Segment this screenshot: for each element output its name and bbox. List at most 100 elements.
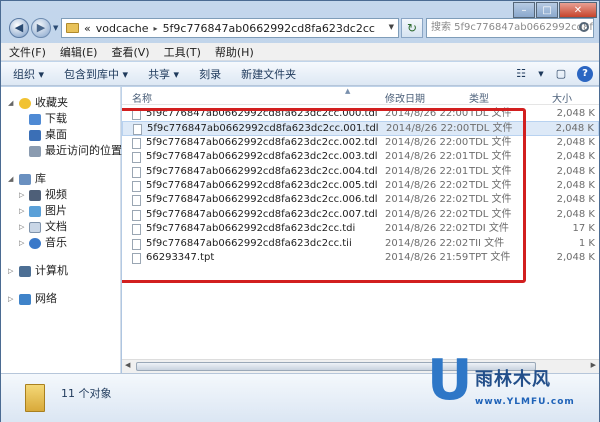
collapse-arrow-icon[interactable]: ▷ bbox=[19, 219, 24, 235]
search-icon[interactable] bbox=[579, 22, 589, 32]
file-icon bbox=[132, 195, 141, 207]
collapse-arrow-icon[interactable]: ▷ bbox=[8, 291, 13, 307]
video-icon bbox=[29, 189, 41, 201]
scroll-left-icon[interactable]: ◀ bbox=[125, 361, 130, 369]
table-row[interactable]: 5f9c776847ab0662992cd8fa623dc2cc.005.tdl… bbox=[122, 179, 599, 193]
table-row[interactable]: 5f9c776847ab0662992cd8fa623dc2cc.tii 2014… bbox=[122, 237, 599, 251]
table-row[interactable]: 5f9c776847ab0662992cd8fa623dc2cc.tdi 2014… bbox=[122, 222, 599, 236]
view-options-icon[interactable]: ☷ bbox=[513, 66, 529, 82]
minimize-button[interactable]: – bbox=[513, 2, 535, 18]
nav-label: 桌面 bbox=[45, 128, 67, 141]
menu-help[interactable]: 帮助(H) bbox=[215, 44, 254, 60]
recent-places-icon bbox=[29, 145, 41, 157]
file-list-pane: ▲ 名称 修改日期 类型 大小 5f9c776847ab0662992cd8fa… bbox=[122, 87, 599, 373]
view-dropdown-icon[interactable]: ▼ bbox=[537, 66, 545, 82]
breadcrumb-prefix[interactable]: « bbox=[84, 22, 91, 35]
folder-icon bbox=[66, 23, 79, 33]
forward-button[interactable]: ▶ bbox=[31, 18, 51, 38]
collapse-arrow-icon[interactable]: ▷ bbox=[19, 203, 24, 219]
nav-computer[interactable]: ▷ 计算机 bbox=[1, 263, 120, 279]
nav-pictures[interactable]: ▷ 图片 bbox=[1, 203, 120, 219]
share-button[interactable]: 共享 ▾ bbox=[148, 66, 179, 82]
watermark-url: www.YLMFU.com bbox=[475, 397, 575, 407]
watermark-text: 雨林木风 bbox=[475, 369, 551, 390]
collapse-arrow-icon[interactable]: ▷ bbox=[19, 235, 24, 251]
breadcrumb-separator-icon[interactable]: ▸ bbox=[154, 24, 158, 33]
column-header-name[interactable]: 名称 bbox=[132, 90, 152, 105]
collapse-arrow-icon[interactable]: ▷ bbox=[8, 263, 13, 279]
table-row[interactable]: 5f9c776847ab0662992cd8fa623dc2cc.007.tdl… bbox=[122, 208, 599, 222]
menu-edit[interactable]: 编辑(E) bbox=[60, 44, 98, 60]
desktop-icon bbox=[29, 129, 41, 141]
window-controls: – □ ✕ bbox=[513, 2, 597, 18]
breadcrumb-vodcache[interactable]: vodcache bbox=[96, 22, 149, 35]
nav-label: 库 bbox=[35, 172, 46, 185]
nav-favorites[interactable]: ◢ 收藏夹 bbox=[1, 95, 120, 111]
library-icon bbox=[19, 173, 31, 185]
address-dropdown-icon[interactable]: ▼ bbox=[389, 23, 394, 31]
collapse-arrow-icon[interactable]: ▷ bbox=[19, 187, 24, 203]
command-bar: 组织 ▾ 包含到库中 ▾ 共享 ▾ 刻录 新建文件夹 ☷ ▼ ▢ ? bbox=[1, 62, 599, 86]
close-button[interactable]: ✕ bbox=[559, 2, 597, 18]
include-in-library-button[interactable]: 包含到库中 ▾ bbox=[64, 66, 128, 82]
table-row[interactable]: 66293347.tpt 2014/8/26 21:59 TPT 文件 2,048 K bbox=[122, 251, 599, 265]
maximize-button[interactable]: □ bbox=[536, 2, 558, 18]
menu-view[interactable]: 查看(V) bbox=[111, 44, 149, 60]
nav-documents[interactable]: ▷ 文档 bbox=[1, 219, 120, 235]
explorer-window: – □ ✕ ◀ ▶ ▼ « vodcache ▸ 5f9c776847ab066… bbox=[0, 0, 600, 422]
table-row[interactable]: 5f9c776847ab0662992cd8fa623dc2cc.004.tdl… bbox=[122, 165, 599, 179]
burn-button[interactable]: 刻录 bbox=[199, 66, 221, 82]
nav-label: 下载 bbox=[45, 112, 67, 125]
history-dropdown-icon[interactable]: ▼ bbox=[53, 24, 58, 32]
nav-downloads[interactable]: 下载 bbox=[1, 111, 120, 127]
column-header-size[interactable]: 大小 bbox=[552, 90, 572, 105]
folder-icon bbox=[25, 384, 45, 412]
star-icon bbox=[19, 97, 31, 109]
table-row[interactable]: 5f9c776847ab0662992cd8fa623dc2cc.000.tdl… bbox=[122, 107, 599, 121]
pictures-icon bbox=[29, 205, 41, 217]
file-icon bbox=[132, 166, 141, 178]
file-icon bbox=[132, 152, 141, 164]
search-input[interactable]: 搜索 5f9c776847ab0662992cd8fa6... bbox=[426, 18, 594, 38]
watermark-logo: U 雨林木风 www.YLMFU.com bbox=[419, 351, 600, 422]
column-header-date[interactable]: 修改日期 bbox=[385, 90, 425, 105]
column-header-type[interactable]: 类型 bbox=[469, 90, 489, 105]
file-icon bbox=[132, 137, 141, 149]
sort-arrow-icon: ▲ bbox=[345, 87, 351, 95]
file-icon bbox=[132, 238, 141, 250]
preview-pane-icon[interactable]: ▢ bbox=[553, 66, 569, 82]
item-count: 11 个对象 bbox=[61, 387, 112, 400]
nav-label: 收藏夹 bbox=[35, 96, 68, 109]
nav-libraries[interactable]: ◢ 库 bbox=[1, 171, 120, 187]
file-icon bbox=[132, 109, 141, 120]
expand-arrow-icon[interactable]: ◢ bbox=[8, 171, 13, 187]
file-icon bbox=[132, 180, 141, 192]
table-row[interactable]: 5f9c776847ab0662992cd8fa623dc2cc.003.tdl… bbox=[122, 150, 599, 164]
address-bar[interactable]: « vodcache ▸ 5f9c776847ab0662992cd8fa623… bbox=[61, 18, 399, 38]
nav-network[interactable]: ▷ 网络 bbox=[1, 291, 120, 307]
music-icon bbox=[29, 237, 41, 249]
table-row[interactable]: 5f9c776847ab0662992cd8fa623dc2cc.002.tdl… bbox=[122, 136, 599, 150]
nav-videos[interactable]: ▷ 视频 bbox=[1, 187, 120, 203]
search-placeholder: 搜索 5f9c776847ab0662992cd8fa6... bbox=[431, 22, 593, 33]
table-row[interactable]: 5f9c776847ab0662992cd8fa623dc2cc.006.tdl… bbox=[122, 193, 599, 207]
expand-arrow-icon[interactable]: ◢ bbox=[8, 95, 13, 111]
nav-recent-places[interactable]: 最近访问的位置 bbox=[1, 143, 122, 159]
table-row[interactable]: 5f9c776847ab0662992cd8fa623dc2cc.001.tdl… bbox=[122, 121, 599, 136]
new-folder-button[interactable]: 新建文件夹 bbox=[241, 66, 296, 82]
menu-tools[interactable]: 工具(T) bbox=[164, 44, 201, 60]
menu-file[interactable]: 文件(F) bbox=[9, 44, 46, 60]
file-icon bbox=[132, 224, 141, 236]
breadcrumb-current-folder[interactable]: 5f9c776847ab0662992cd8fa623dc2cc bbox=[163, 22, 375, 35]
nav-music[interactable]: ▷ 音乐 bbox=[1, 235, 120, 251]
nav-label: 音乐 bbox=[45, 236, 67, 249]
file-rows: 5f9c776847ab0662992cd8fa623dc2cc.000.tdl… bbox=[122, 107, 599, 265]
navigation-pane: ◢ 收藏夹 下载 桌面 最近访问的位置 ◢ 库 ▷ 视频 ▷ 图片 ▷ 文档 ▷… bbox=[1, 87, 122, 373]
refresh-button[interactable]: ↻ bbox=[401, 18, 423, 38]
help-icon[interactable]: ? bbox=[577, 66, 593, 82]
back-button[interactable]: ◀ bbox=[9, 18, 29, 38]
nav-desktop[interactable]: 桌面 bbox=[1, 127, 120, 143]
organize-button[interactable]: 组织 ▾ bbox=[13, 66, 44, 82]
nav-label: 计算机 bbox=[35, 264, 68, 277]
downloads-icon bbox=[29, 113, 41, 125]
